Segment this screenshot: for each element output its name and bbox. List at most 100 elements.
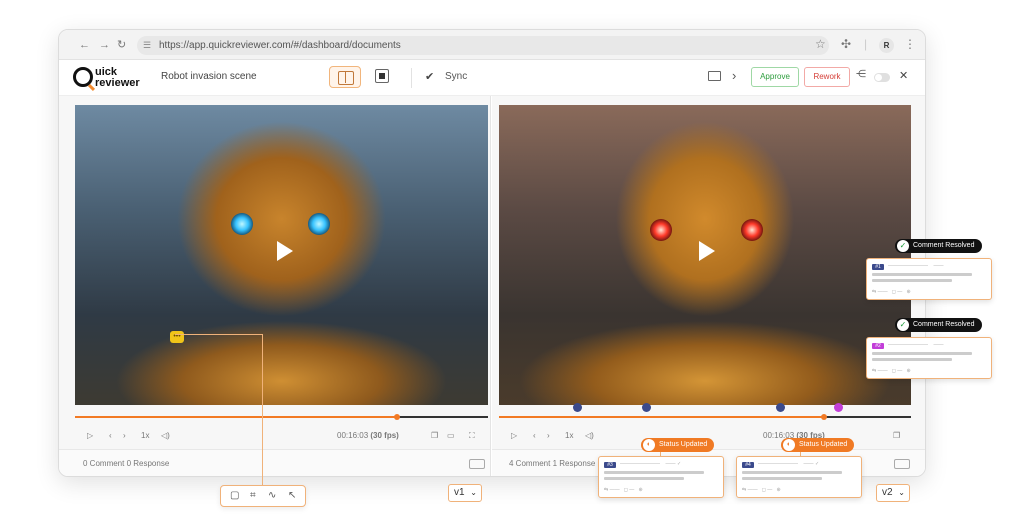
annotation-toolbar: ▢ ⌗ ∿ ↖ [220, 485, 306, 507]
timecode-value: 00:16:03 [337, 431, 369, 440]
back-icon[interactable]: ← [79, 38, 90, 52]
browser-toolbar: ← → ↻ ☰ https://app.quickreviewer.com/#/… [59, 30, 925, 60]
annotation-guide-line [262, 334, 263, 485]
status-icon: ◐ [643, 439, 655, 451]
copy-frame-icon[interactable]: ❐ [431, 429, 438, 443]
avatar[interactable]: R [879, 38, 894, 53]
comment-marker[interactable] [834, 403, 843, 412]
badge-label: Status Updated [799, 441, 848, 448]
timecode: 00:16:03 (30 fps) [337, 429, 399, 443]
version-value: v2 [882, 487, 893, 498]
chevron-right-icon[interactable]: › [732, 68, 736, 83]
comment-tool-icon[interactable]: ▢ [230, 490, 239, 502]
right-version-panel: ▷ ‹ › 1x ◁) 00:16:03 (30 fps) ❐ 4 Commen… [492, 96, 925, 476]
overlay-view-button[interactable] [375, 69, 389, 83]
comment-card[interactable]: #4 ———————— —— ✓ ⇆ —— ◻ — ⊕ [736, 456, 862, 498]
timeline-playhead[interactable] [821, 414, 828, 420]
rework-button[interactable]: Rework [804, 67, 850, 87]
robot-eye-left [650, 219, 672, 241]
forward-icon[interactable]: → [99, 38, 110, 52]
side-by-side-view-button[interactable] [329, 66, 361, 88]
site-settings-icon[interactable]: ☰ [143, 36, 151, 55]
browser-window: ← → ↻ ☰ https://app.quickreviewer.com/#/… [58, 29, 926, 477]
prev-frame-icon[interactable]: ‹ [109, 429, 112, 443]
chevron-down-icon: ⌄ [898, 488, 905, 497]
extensions-icon[interactable]: ✣ [841, 37, 851, 52]
timeline-playhead[interactable] [394, 414, 401, 420]
logo-text-bottom: reviewer [95, 77, 140, 89]
rectangle-tool-icon[interactable]: ⌗ [250, 490, 256, 502]
comment-resolved-badge: ✓ Comment Resolved [895, 318, 983, 332]
playback-speed[interactable]: 1x [141, 429, 149, 443]
freehand-tool-icon[interactable]: ∿ [268, 490, 276, 502]
comment-text-line [742, 471, 842, 474]
timeline-bar[interactable] [75, 414, 488, 420]
chevron-down-icon: ⌄ [470, 488, 477, 497]
fullscreen-icon[interactable]: ⛶ [469, 429, 475, 443]
comment-count: 4 Comment 1 Response [509, 459, 596, 468]
comment-footer: ⇆ —— ◻ — ⊕ [872, 368, 911, 374]
fps-value: (30 fps) [370, 431, 399, 440]
bookmark-star-icon[interactable]: ☆ [815, 37, 826, 52]
player-controls: ▷ ‹ › 1x ◁) 00:16:03 (30 fps) ❐ ▭ ⛶ [75, 429, 488, 443]
close-icon[interactable]: ✕ [899, 69, 908, 82]
comment-marker[interactable] [776, 403, 785, 412]
prev-frame-icon[interactable]: ‹ [533, 429, 536, 443]
status-updated-badge: ◐ Status Updated [781, 438, 855, 452]
toggle-switch[interactable] [874, 73, 890, 82]
left-version-panel: ••• ▷ ‹ › 1x ◁) 00:16:03 (30 fps) ❐ ▭ ⛶ … [59, 96, 491, 476]
aspect-icon[interactable]: ▭ [447, 429, 455, 443]
keyboard-icon[interactable] [894, 459, 910, 469]
comment-number: #4 [742, 462, 754, 468]
copy-frame-icon[interactable]: ❐ [893, 429, 900, 443]
next-frame-icon[interactable]: › [547, 429, 550, 443]
play-overlay-icon[interactable] [277, 241, 293, 261]
quickreviewer-logo: uick reviewer [73, 65, 143, 91]
video-player-v1[interactable]: ••• [75, 105, 488, 405]
check-icon: ✓ [897, 240, 909, 252]
comment-card[interactable]: #3 ———————— —— ✓ ⇆ —— ◻ — ⊕ [598, 456, 724, 498]
comment-number: #3 [604, 462, 616, 468]
comment-marker[interactable] [642, 403, 651, 412]
header-divider [411, 68, 412, 88]
next-frame-icon[interactable]: › [123, 429, 126, 443]
comment-meta: ———————— —— ✓ [620, 461, 682, 467]
version-select-v2[interactable]: v2 ⌄ [876, 484, 910, 502]
address-bar[interactable]: ☰ https://app.quickreviewer.com/#/dashbo… [137, 36, 829, 55]
app-header: uick reviewer Robot invasion scene ✔ Syn… [59, 60, 925, 96]
play-icon[interactable]: ▷ [511, 429, 517, 443]
reload-icon[interactable]: ↻ [117, 38, 126, 52]
volume-icon[interactable]: ◁) [161, 429, 170, 443]
comment-number: #1 [872, 264, 884, 270]
keyboard-icon[interactable] [469, 459, 485, 469]
url-text: https://app.quickreviewer.com/#/dashboar… [159, 40, 401, 51]
comment-card[interactable]: #1 ———————— —— ⇆ —— ◻ — ⊕ [866, 258, 992, 300]
robot-eye-right [308, 213, 330, 235]
sync-checkbox[interactable]: ✔ [425, 70, 434, 83]
video-player-v2[interactable] [499, 105, 911, 405]
left-panel-footer: 0 Comment 0 Response [59, 449, 490, 476]
comment-marker[interactable] [573, 403, 582, 412]
version-select-v1[interactable]: v1 ⌄ [448, 484, 482, 502]
folder-icon[interactable] [708, 71, 721, 81]
comment-pin-icon[interactable]: ••• [170, 331, 184, 343]
badge-label: Comment Resolved [913, 321, 975, 328]
comment-resolved-badge: ✓ Comment Resolved [895, 239, 983, 253]
browser-menu-icon[interactable]: ⋮ [904, 37, 916, 52]
comment-footer: ⇆ —— ◻ — ⊕ [872, 289, 911, 295]
comment-text-line [604, 477, 684, 480]
volume-icon[interactable]: ◁) [585, 429, 594, 443]
robot-eye-right [741, 219, 763, 241]
toolbar-divider: | [864, 37, 868, 51]
comment-text-line [872, 358, 952, 361]
share-icon[interactable]: ⋲ [856, 69, 866, 80]
timeline-progress [499, 416, 825, 418]
pointer-tool-icon[interactable]: ↖ [288, 490, 296, 502]
play-icon[interactable]: ▷ [87, 429, 93, 443]
logo-q-mark [73, 67, 93, 87]
timeline-bar[interactable] [499, 414, 911, 420]
playback-speed[interactable]: 1x [565, 429, 573, 443]
play-overlay-icon[interactable] [699, 241, 715, 261]
comment-card[interactable]: #2 ———————— —— ⇆ —— ◻ — ⊕ [866, 337, 992, 379]
approve-button[interactable]: Approve [751, 67, 799, 87]
